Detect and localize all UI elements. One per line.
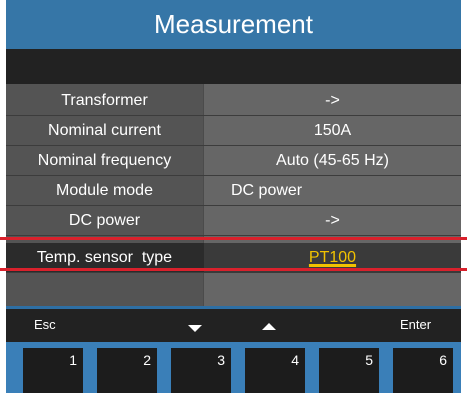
page-title: Measurement (6, 0, 461, 49)
softkey-number: 3 (217, 352, 225, 368)
arrow-down-icon (188, 325, 202, 332)
menu-row-label: DC power (68, 212, 141, 229)
highlight-marker-top (0, 237, 467, 240)
menu-row-label: Nominal frequency (37, 152, 172, 169)
menu-row-value: Auto (45-65 Hz) (276, 152, 389, 169)
arrow-up-icon (262, 323, 276, 330)
menu-row-module-mode[interactable]: Module mode DC power (6, 176, 461, 206)
softkey-3[interactable]: 3 (171, 348, 231, 393)
softkey-2[interactable]: 2 (97, 348, 157, 393)
menu-row-value: 150A (313, 122, 352, 139)
enter-label: Enter (400, 317, 432, 332)
menu-row-nominal-frequency[interactable]: Nominal frequency Auto (45-65 Hz) (6, 146, 461, 176)
softkey-1[interactable]: 1 (23, 348, 83, 393)
softkey-6[interactable]: 6 (393, 348, 453, 393)
softkey-5[interactable]: 5 (319, 348, 379, 393)
settings-menu: Transformer -> Nominal current 150A Nomi… (6, 84, 461, 306)
status-bar (6, 49, 461, 84)
softkey-number: 6 (439, 352, 447, 368)
softkey-number: 1 (69, 352, 77, 368)
menu-row-value: -> (325, 212, 340, 229)
softkey-number: 4 (291, 352, 299, 368)
menu-row-transformer[interactable]: Transformer -> (6, 86, 461, 116)
device-screen: Measurement Transformer -> Nominal curre… (6, 0, 461, 393)
softkey-4[interactable]: 4 (245, 348, 305, 393)
menu-row-nominal-current[interactable]: Nominal current 150A (6, 116, 461, 146)
softkey-number: 2 (143, 352, 151, 368)
softkey-bar: Esc Enter 1 2 3 4 5 6 (6, 306, 461, 393)
menu-row-label: Module mode (56, 182, 153, 199)
softkey-labels: Esc Enter (6, 306, 461, 342)
menu-row-value: -> (325, 92, 340, 109)
menu-row-label: Nominal current (48, 122, 161, 139)
menu-row-dc-power[interactable]: DC power -> (6, 206, 461, 236)
esc-label: Esc (34, 317, 56, 332)
softkey-row: 1 2 3 4 5 6 (6, 342, 461, 393)
menu-row-value: DC power (231, 182, 303, 199)
highlight-marker-bottom (0, 268, 467, 271)
menu-row-label: Transformer (61, 92, 148, 109)
selected-value: PT100 (308, 249, 357, 266)
softkey-number: 5 (365, 352, 373, 368)
